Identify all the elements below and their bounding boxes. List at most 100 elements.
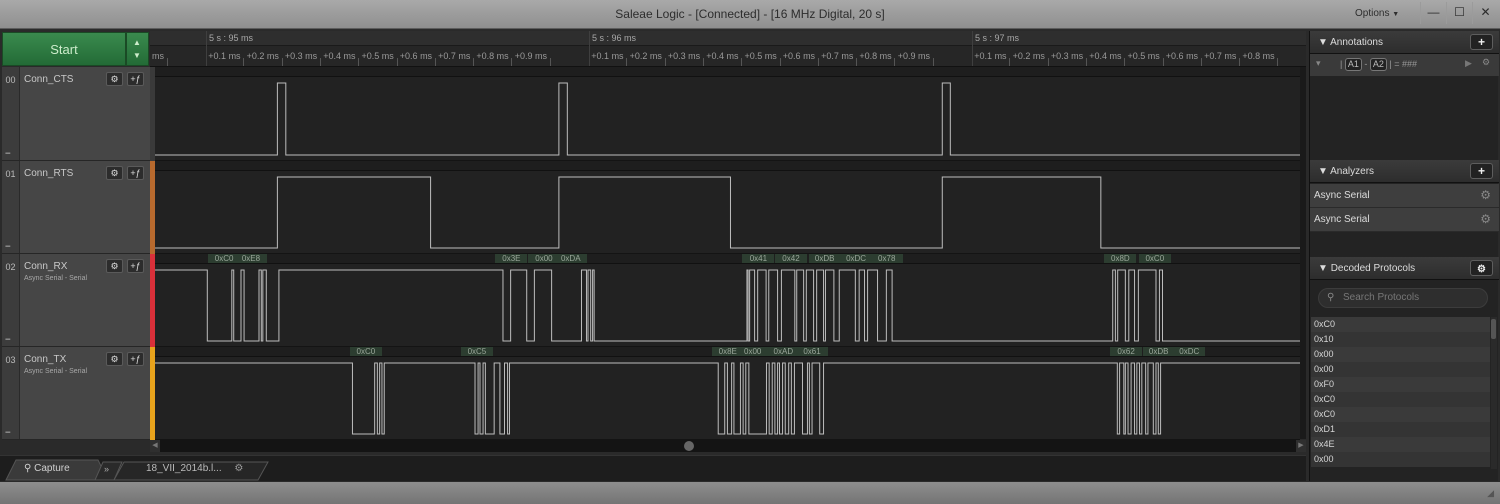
channel-settings-button[interactable]: ⚙ (106, 166, 123, 180)
ruler-tick (396, 58, 398, 66)
channel-settings-button[interactable]: ⚙ (106, 72, 123, 86)
ruler-tick (243, 58, 245, 66)
gear-icon[interactable]: ⚙ (1482, 57, 1490, 68)
waveform-svg (155, 362, 1300, 435)
channel-name[interactable]: Conn_CTS (24, 74, 73, 85)
maximize-button[interactable]: ☐ (1446, 2, 1472, 24)
decoded-protocols-title: Decoded Protocols (1330, 263, 1416, 274)
ruler-minor-label: +0.3 ms (284, 51, 318, 61)
search-protocols-input[interactable]: ⚲ Search Protocols (1318, 288, 1488, 308)
ruler-tick (1047, 58, 1049, 66)
decoded-protocol-row[interactable]: 0x4E (1311, 437, 1490, 452)
ruler-minor-label: +0.7 ms (438, 51, 471, 61)
ruler-tick (779, 58, 781, 66)
ruler-tick (817, 58, 819, 66)
tab-capture[interactable]: ⚲ Capture (24, 459, 70, 479)
analyzer-item[interactable]: Async Serial ⚙ (1310, 208, 1499, 232)
decoded-protocol-row[interactable]: 0xD1 (1311, 422, 1490, 437)
ruler-minor-label: +0.4 ms (323, 51, 356, 61)
resize-grip-icon[interactable]: ◢ (1487, 488, 1494, 499)
right-panel: ▼ Annotations + ▾ | A1 - A2 | = ### ▶ ⚙ … (1309, 31, 1499, 481)
decoded-protocol-row[interactable]: 0x00 (1311, 452, 1490, 467)
start-button[interactable]: Start (2, 32, 126, 66)
channel-index: 02 (2, 254, 20, 346)
channel-settings-button[interactable]: ⚙ (106, 259, 123, 273)
marker-pin-icon: ▾ (1316, 58, 1321, 68)
analyzers-title: Analyzers (1330, 166, 1375, 177)
scroll-right-button[interactable]: ▶ (1296, 440, 1306, 452)
annotations-header[interactable]: ▼ Annotations + (1310, 31, 1499, 54)
trigger-button[interactable]: +ƒ (127, 259, 144, 273)
trigger-button[interactable]: +ƒ (127, 166, 144, 180)
ruler-minor-label: +0.3 ms (667, 51, 701, 61)
gear-icon: ⚙ (110, 168, 119, 178)
ruler-minor-label: +0.8 ms (859, 51, 892, 61)
tabs-more-button[interactable]: » (104, 459, 109, 479)
add-annotation-button[interactable]: + (1470, 34, 1493, 50)
decoded-protocol-row[interactable]: 0x10 (1311, 332, 1490, 347)
minimize-button[interactable]: — (1420, 2, 1446, 24)
triangle-down-icon: ▼ (133, 51, 141, 60)
annotation-measurement-row[interactable]: ▾ | A1 - A2 | = ### ▶ ⚙ (1310, 54, 1499, 76)
channel-settings-button[interactable]: ⚙ (106, 352, 123, 366)
waveform-tx[interactable]: 0xC0 0xC5 0x8E 0x00 0xAD 0x61 0x62 0xDB 0xDC (155, 347, 1300, 440)
ruler-minor-label: +0.4 ms (1089, 51, 1122, 61)
waveform-vertical-scrollbar[interactable] (1300, 67, 1306, 439)
decoded-protocols-settings-button[interactable]: ⚙ (1470, 260, 1493, 276)
decoded-protocol-row[interactable]: 0xF0 (1311, 377, 1490, 392)
collapse-triangle-icon: ▼ (1318, 263, 1331, 274)
drag-grip-icon[interactable]: ▪▪▪▪ (5, 337, 10, 343)
ruler-minor-label: +0.1 ms (974, 51, 1007, 61)
waveform-cts[interactable] (155, 67, 1300, 161)
channel-name[interactable]: Conn_RX (24, 261, 67, 272)
decoded-protocol-row[interactable]: 0xC0 (1311, 317, 1490, 332)
decoded-protocol-row[interactable]: 0x00 (1311, 362, 1490, 377)
start-options-button[interactable]: ▲ ▼ (126, 32, 149, 66)
analyzer-name: Async Serial (1314, 214, 1370, 225)
marker-a2[interactable]: A2 (1369, 58, 1387, 71)
waveform-rts[interactable] (155, 161, 1300, 254)
options-label: Options (1355, 8, 1390, 19)
decoded-protocol-row[interactable]: 0xC0 (1311, 392, 1490, 407)
waveform-horizontal-scrollbar[interactable]: ◀ ▶ (150, 440, 1306, 452)
drag-grip-icon[interactable]: ▪▪▪▪ (5, 151, 10, 157)
title-bar: Saleae Logic - [Connected] - [16 MHz Dig… (0, 0, 1500, 29)
close-button[interactable]: ✕ (1472, 2, 1498, 24)
ruler-minor-label: +0.7 ms (1204, 51, 1237, 61)
drag-grip-icon[interactable]: ▪▪▪▪ (5, 430, 10, 436)
decoded-protocols-header[interactable]: ▼ Decoded Protocols ⚙ (1310, 257, 1499, 280)
drag-grip-icon[interactable]: ▪▪▪▪ (5, 244, 10, 250)
annotations-title: Annotations (1330, 37, 1383, 48)
scroll-thumb[interactable] (1491, 319, 1496, 339)
gear-icon[interactable]: ⚙ (1480, 212, 1491, 226)
ruler-tick (281, 58, 283, 66)
time-ruler[interactable]: 5 s : 95 ms 5 s : 96 ms 5 s : 97 ms +0.8 ms… (150, 31, 1306, 67)
gear-icon: ⚙ (110, 261, 119, 271)
gear-icon[interactable]: ⚙ (1480, 188, 1491, 202)
channel-index: 03 (2, 347, 20, 439)
trigger-button[interactable]: +ƒ (127, 352, 144, 366)
ruler-tick (358, 58, 360, 66)
plus-icon: + (1477, 35, 1485, 49)
scroll-left-button[interactable]: ◀ (150, 440, 160, 452)
tab-session[interactable]: 18_VII_2014b.l... ⚙ (146, 459, 243, 479)
options-menu[interactable]: Options ▼ (1355, 8, 1399, 19)
gear-icon: ⚙ (110, 354, 119, 364)
waveform-rx[interactable]: 0xC0 0xE8 0x3E 0x00 0xDA 0x41 0x42 0xDB 0xDC 0x78… (155, 254, 1300, 347)
analyzers-header[interactable]: ▼ Analyzers + (1310, 160, 1499, 183)
decoded-protocol-row[interactable]: 0x00 (1311, 347, 1490, 362)
analyzer-item[interactable]: Async Serial ⚙ (1310, 184, 1499, 208)
play-icon[interactable]: ▶ (1465, 58, 1472, 69)
channel-name[interactable]: Conn_RTS (24, 168, 73, 179)
gear-icon[interactable]: ⚙ (234, 463, 243, 474)
ruler-minor-label: +0.6 ms (782, 51, 816, 61)
ruler-tick (511, 58, 513, 66)
scroll-thumb[interactable] (684, 441, 694, 451)
channel-name[interactable]: Conn_TX (24, 354, 66, 365)
trigger-button[interactable]: +ƒ (127, 72, 144, 86)
add-analyzer-button[interactable]: + (1470, 163, 1493, 179)
ruler-tick (473, 58, 475, 66)
marker-a1[interactable]: A1 (1344, 58, 1362, 71)
protocols-scrollbar[interactable] (1491, 317, 1497, 469)
decoded-protocol-row[interactable]: 0xC0 (1311, 407, 1490, 422)
